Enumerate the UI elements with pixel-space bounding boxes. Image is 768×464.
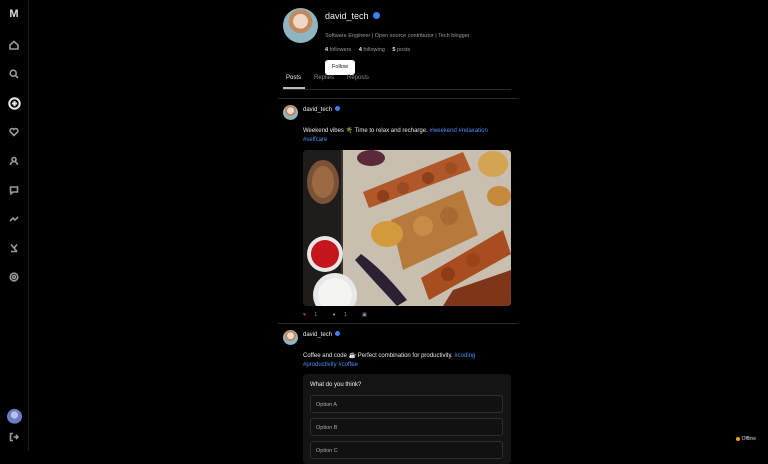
share-button[interactable]: ▣ [362, 312, 374, 318]
search-icon[interactable] [6, 66, 22, 82]
post-avatar[interactable] [283, 330, 298, 345]
poll-option[interactable]: Option C [310, 441, 503, 459]
post-avatar[interactable] [283, 105, 298, 120]
tab-posts[interactable]: Posts [286, 75, 301, 81]
followers-stat[interactable]: 4 followers [325, 47, 351, 53]
trending-icon[interactable] [6, 211, 22, 227]
settings-icon[interactable] [6, 269, 22, 285]
posts-stat: 5 posts [392, 47, 411, 53]
current-user-avatar[interactable] [7, 409, 22, 424]
hashtag-link[interactable]: #coffee [338, 362, 358, 368]
hashtag-link[interactable]: #coding [454, 353, 475, 359]
connection-status: Offline [735, 436, 756, 442]
profile-tabs: Posts Replies Reposts [283, 73, 511, 90]
hashtag-link[interactable]: #selfcare [303, 137, 327, 143]
heart-icon[interactable] [6, 124, 22, 140]
divider [278, 98, 518, 99]
comment-button[interactable]: ● 1 [333, 312, 354, 318]
post-card: david_tech Weekend vibes 🌴 Time to relax… [283, 105, 513, 320]
hashtag-link[interactable]: #productivity [303, 362, 337, 368]
post-actions: ♥ 1 ● 1 ▣ [303, 312, 381, 320]
tab-reposts[interactable]: Reposts [347, 75, 369, 81]
sidebar: M [0, 0, 29, 451]
verified-badge-icon [372, 12, 380, 20]
tab-replies[interactable]: Replies [314, 75, 334, 81]
like-button[interactable]: ♥ 1 [303, 312, 324, 318]
heart-icon: ♥ [303, 312, 306, 318]
following-stat[interactable]: 4 following [359, 47, 385, 53]
status-dot-icon [735, 436, 740, 441]
post-image[interactable] [303, 150, 511, 306]
active-tab-indicator [283, 87, 305, 89]
grok-icon[interactable] [6, 240, 22, 256]
post-text: Weekend vibes 🌴 Time to relax and rechar… [303, 128, 488, 143]
comment-icon: ● [332, 312, 336, 318]
poll-option[interactable]: Option B [310, 418, 503, 436]
verified-badge-icon [335, 331, 341, 336]
create-icon[interactable] [6, 95, 22, 111]
post-text: Coffee and code ☕ Perfect combination fo… [303, 353, 476, 368]
profile-avatar [283, 8, 318, 43]
post-username[interactable]: david_tech [303, 331, 341, 338]
profile-stats: 4 followers 4 following 5 posts [325, 47, 416, 53]
divider [278, 323, 518, 324]
app-logo[interactable]: M [7, 7, 21, 21]
poll-question: What do you think? [310, 382, 362, 388]
verified-badge-icon [335, 106, 341, 111]
profile-username: david_tech [325, 11, 380, 21]
profile-icon[interactable] [6, 153, 22, 169]
poll-option[interactable]: Option A [310, 395, 503, 413]
post-username[interactable]: david_tech [303, 106, 341, 113]
logout-icon[interactable] [6, 429, 22, 445]
hashtag-link[interactable]: #weekend [429, 128, 456, 134]
home-icon[interactable] [6, 37, 22, 53]
post-card: david_tech Coffee and code ☕ Perfect com… [283, 330, 513, 464]
profile-bio: Software Engineer | Open source contribu… [325, 33, 470, 39]
messages-icon[interactable] [6, 182, 22, 198]
share-icon: ▣ [362, 312, 367, 318]
hashtag-link[interactable]: #relaxation [458, 128, 487, 134]
